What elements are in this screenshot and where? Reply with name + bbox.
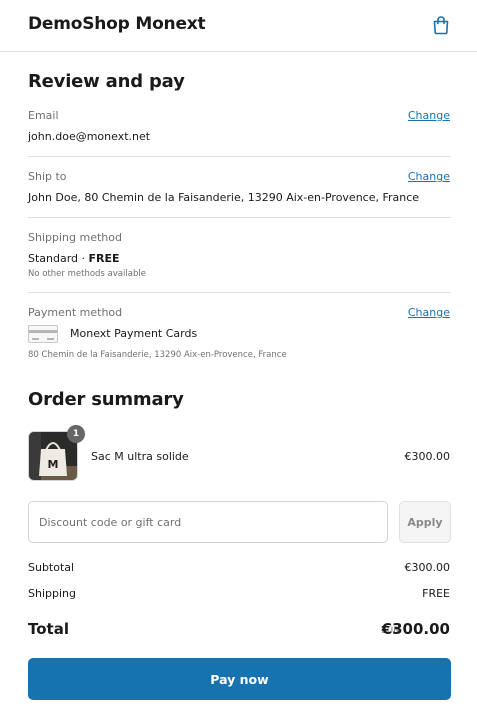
email-label: Email <box>28 109 59 122</box>
payment-method-label: Payment method <box>28 306 123 319</box>
payment-method-name: Monext Payment Cards <box>70 327 198 340</box>
order-summary-title: Order summary <box>28 389 184 410</box>
ship-to-label: Ship to <box>28 170 67 183</box>
change-payment-link[interactable]: Change <box>408 306 450 319</box>
product-price: €300.00 <box>404 450 451 463</box>
shipping-method-label: Shipping method <box>28 231 122 244</box>
shipping-method-name: Standard <box>28 252 79 265</box>
subtotal-value: €300.00 <box>404 561 451 574</box>
apply-discount-button[interactable]: Apply <box>399 501 451 543</box>
product-name: Sac M ultra solide <box>91 450 189 463</box>
product-thumbnail: M 1 <box>28 425 85 481</box>
total-label: Total <box>28 620 69 638</box>
tote-lettering: M <box>48 458 59 471</box>
review-title: Review and pay <box>28 71 185 92</box>
divider <box>28 217 451 218</box>
change-ship-to-link[interactable]: Change <box>408 170 450 183</box>
shipping-method-note: No other methods available <box>28 269 146 279</box>
shop-header: DemoShop Monext <box>0 0 477 52</box>
shipping-method-price: FREE <box>88 252 120 265</box>
shipping-label: Shipping <box>28 587 76 600</box>
pay-now-button[interactable]: Pay now <box>28 658 451 700</box>
shipping-method-value: Standard · FREE <box>28 252 120 265</box>
shipping-value: FREE <box>422 587 450 600</box>
ship-to-value: John Doe, 80 Chemin de la Faisanderie, 1… <box>28 191 420 204</box>
shopping-bag-icon[interactable] <box>432 15 450 35</box>
subtotal-label: Subtotal <box>28 561 75 574</box>
total-amount: €300.00 <box>381 620 450 638</box>
credit-card-icon <box>28 325 58 343</box>
divider <box>28 156 451 157</box>
divider <box>28 292 451 293</box>
discount-code-input[interactable] <box>28 501 388 543</box>
billing-address: 80 Chemin de la Faisanderie, 13290 Aix-e… <box>28 350 287 360</box>
shop-brand[interactable]: DemoShop Monext <box>28 14 206 34</box>
change-email-link[interactable]: Change <box>408 109 450 122</box>
quantity-badge: 1 <box>67 425 85 443</box>
shipping-method-separator: · <box>81 252 86 265</box>
email-value: john.doe@monext.net <box>28 130 151 143</box>
